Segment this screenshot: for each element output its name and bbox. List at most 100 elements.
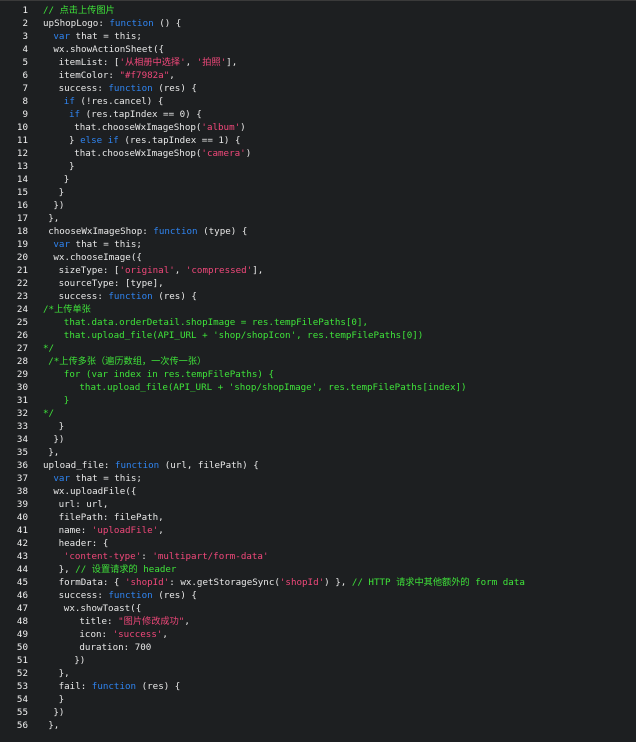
code-text: }) [53, 199, 64, 212]
code-text: } [59, 420, 65, 433]
line-number: 49 [16, 629, 28, 640]
code-token: that = this; [70, 239, 142, 250]
code-text: if (res.tapIndex == 0) { [69, 108, 202, 121]
code-token: itemList: [ [58, 57, 120, 68]
code-text: sizeType: ['original', 'compressed'], [59, 264, 264, 277]
code-text: itemColor: "#f7982a", [59, 69, 175, 82]
code-token: ) [240, 122, 246, 133]
code-text: }) [53, 433, 64, 446]
code-token: var [53, 31, 70, 42]
code-text: }, // 设置请求的 header [59, 563, 177, 576]
line-number: 43 [16, 551, 28, 562]
code-token: header: { [58, 538, 109, 549]
code-token: : [141, 551, 153, 562]
code-line: 17}, [0, 212, 636, 225]
code-text: } [64, 173, 70, 186]
code-token: (type) { [197, 226, 248, 237]
code-text: that.upload_file(API_URL + 'shop/shopIco… [64, 329, 424, 342]
code-token: success: [58, 590, 109, 601]
code-text: }) [53, 706, 64, 719]
code-line: 22 sourceType: [type], [0, 277, 636, 290]
code-text: that.chooseWxImageShop('album') [74, 121, 246, 134]
code-token: that.chooseWxImageShop( [74, 148, 202, 159]
line-number: 12 [16, 148, 28, 159]
code-token: filePath: filePath, [58, 512, 164, 523]
code-token: function [108, 590, 153, 601]
code-token: that.upload_file(API_URL + 'shop/shopIma… [79, 382, 467, 393]
code-token: 'shopId' [279, 577, 325, 588]
code-line: 48 title: "图片修改成功", [0, 615, 636, 628]
code-line: 3 var that = this; [0, 30, 636, 43]
code-text: name: 'uploadFile', [59, 524, 164, 537]
code-token: }, [58, 668, 70, 679]
code-line: 55}) [0, 706, 636, 719]
line-number: 1 [22, 5, 28, 16]
code-line: 1 // 点击上传图片 [0, 4, 636, 17]
code-token: wx.uploadFile({ [53, 486, 137, 497]
code-line: 33} [0, 420, 636, 433]
code-token: 'uploadFile' [91, 525, 159, 536]
code-token: function [91, 681, 137, 692]
code-line: 36 upload_file: function (url, filePath) … [0, 459, 636, 472]
code-token: function [153, 226, 198, 237]
line-number: 24 [16, 304, 28, 315]
code-line: 21 sizeType: ['original', 'compressed'], [0, 264, 636, 277]
code-line: 9 if (res.tapIndex == 0) { [0, 108, 636, 121]
line-number: 42 [16, 538, 28, 549]
line-number: 17 [16, 213, 28, 224]
code-token: 'camera' [201, 148, 246, 159]
code-token: (!res.cancel) { [74, 96, 164, 107]
code-token: 'original' [119, 265, 175, 276]
code-text: }, [48, 212, 59, 225]
code-token: , [158, 525, 164, 536]
line-number: 31 [16, 395, 28, 406]
code-line: 5 itemList: ['从相册中选择', '拍照'], [0, 56, 636, 69]
code-text: duration: 700 [79, 641, 151, 654]
code-line: 41 name: 'uploadFile', [0, 524, 636, 537]
code-token: (res) { [152, 291, 197, 302]
line-number: 39 [16, 499, 28, 510]
code-token: (res) { [152, 83, 197, 94]
code-line: 27 */ [0, 342, 636, 355]
code-token: var [53, 473, 70, 484]
line-number: 27 [16, 343, 28, 354]
code-text: upload_file: function (url, filePath) { [43, 459, 259, 472]
code-line: 25 that.data.orderDetail.shopImage = res.… [0, 316, 636, 329]
code-token: , [174, 265, 186, 276]
code-line: 56}, [0, 719, 636, 732]
code-text: for (var index in res.tempFilePaths) { [64, 368, 274, 381]
code-token: }) [53, 707, 65, 718]
code-line: 47 wx.showToast({ [0, 602, 636, 615]
code-token: that = this; [70, 31, 142, 42]
code-line: 38 wx.uploadFile({ [0, 485, 636, 498]
code-line: 37 var that = this; [0, 472, 636, 485]
code-line: 2 upShopLogo: function () { [0, 17, 636, 30]
line-number: 21 [16, 265, 28, 276]
code-token: */ [43, 343, 55, 354]
code-text: wx.chooseImage({ [53, 251, 142, 264]
code-token: function [108, 291, 153, 302]
code-text: } [69, 160, 75, 173]
code-token: upShopLogo: [43, 18, 110, 29]
code-line: 53 fail: function (res) { [0, 680, 636, 693]
code-line: 8 if (!res.cancel) { [0, 95, 636, 108]
code-text: } [59, 693, 65, 706]
code-text: icon: 'success', [79, 628, 168, 641]
code-token: function [109, 18, 154, 29]
code-text: }, [48, 719, 59, 732]
line-number: 30 [16, 382, 28, 393]
line-number: 50 [16, 642, 28, 653]
code-area[interactable]: 1 // 点击上传图片 2 upShopLogo: function () {3 var… [0, 4, 636, 732]
code-token: } [63, 174, 70, 185]
code-text: url: url, [59, 498, 109, 511]
code-editor[interactable]: 1 // 点击上传图片 2 upShopLogo: function () {3 var… [0, 0, 636, 742]
line-number: 52 [16, 668, 28, 679]
code-line: 34}) [0, 433, 636, 446]
line-number: 5 [22, 57, 28, 68]
line-number: 47 [16, 603, 28, 614]
code-token: } [58, 421, 65, 432]
code-text: }, [48, 446, 59, 459]
code-text: that.data.orderDetail.shopImage = res.te… [64, 316, 368, 329]
code-token: , [162, 629, 168, 640]
line-number: 45 [16, 577, 28, 588]
